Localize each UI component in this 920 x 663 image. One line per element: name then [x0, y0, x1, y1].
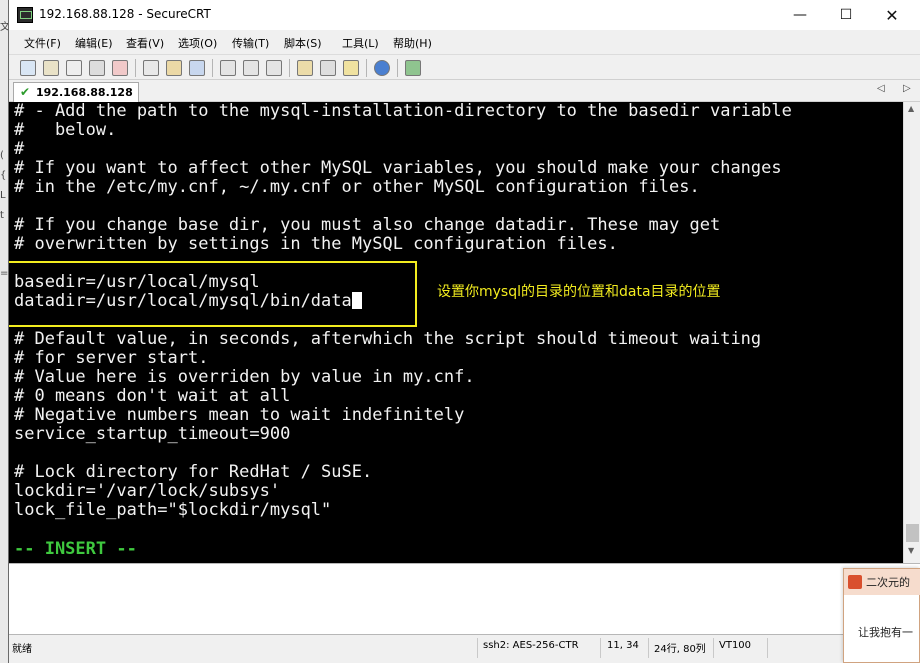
menu-bar: 文件(F) 编辑(E) 查看(V) 选项(O) 传输(T) 脚本(S) 工具(L…: [9, 30, 920, 54]
background-fragment: L: [0, 190, 6, 201]
status-cursor-position: 11, 34: [607, 640, 639, 651]
print-icon[interactable]: [220, 60, 236, 76]
scroll-down-icon[interactable]: ▼: [908, 546, 914, 555]
quick-connect-icon[interactable]: [43, 60, 59, 76]
toolbar-separator: [135, 59, 136, 77]
status-separator: [600, 638, 601, 658]
map-icon[interactable]: [405, 60, 421, 76]
key-icon[interactable]: [343, 60, 359, 76]
copy-icon[interactable]: [143, 60, 159, 76]
print-setup-icon[interactable]: [266, 60, 282, 76]
disconnect-icon[interactable]: [112, 60, 128, 76]
menu-help[interactable]: 帮助(H): [393, 35, 432, 51]
securecrt-window: 192.168.88.128 - SecureCRT — ☐ ✕ 文件(F) 编…: [8, 0, 920, 663]
menu-transfer[interactable]: 传输(T): [232, 35, 269, 51]
status-separator: [767, 638, 768, 658]
global-options-icon[interactable]: [320, 60, 336, 76]
vim-insert-mode-indicator: -- INSERT --: [14, 539, 137, 559]
menu-edit[interactable]: 编辑(E): [75, 35, 113, 51]
maximize-button[interactable]: ☐: [823, 0, 869, 30]
minimize-button[interactable]: —: [777, 0, 823, 30]
notification-popup[interactable]: 二次元的 让我抱有一: [843, 568, 920, 663]
terminal-line: # Negative numbers mean to wait indefini…: [14, 405, 465, 425]
toolbar-separator: [366, 59, 367, 77]
terminal-line: # If you change base dir, you must also …: [14, 215, 721, 235]
terminal-line: # If you want to affect other MySQL vari…: [14, 158, 782, 178]
terminal-line: # Lock directory for RedHat / SuSE.: [14, 462, 373, 482]
print-screen-icon[interactable]: [243, 60, 259, 76]
menu-tools[interactable]: 工具(L): [342, 35, 379, 51]
status-separator: [648, 638, 649, 658]
title-bar[interactable]: 192.168.88.128 - SecureCRT — ☐ ✕: [9, 0, 920, 30]
menu-file[interactable]: 文件(F): [24, 35, 61, 51]
close-button[interactable]: ✕: [869, 0, 915, 30]
connect-tab-icon[interactable]: [66, 60, 82, 76]
menu-view[interactable]: 查看(V): [126, 35, 164, 51]
terminal-line: # Default value, in seconds, afterwhich …: [14, 329, 762, 349]
help-icon[interactable]: [374, 60, 390, 76]
background-fragment: (: [0, 150, 4, 161]
scroll-up-icon[interactable]: ▲: [908, 104, 914, 113]
reconnect-icon[interactable]: [89, 60, 105, 76]
toolbar-separator: [289, 59, 290, 77]
annotation-text: 设置你mysql的目录的位置和data目录的位置: [437, 284, 721, 300]
terminal-line: #: [14, 139, 25, 159]
terminal-line: service_startup_timeout=900: [14, 424, 291, 444]
session-tab-bar: ✔ 192.168.88.128 ◁ ▷: [9, 80, 920, 102]
terminal-screen[interactable]: # - Add the path to the mysql-installati…: [9, 102, 903, 563]
status-separator: [713, 638, 714, 658]
status-separator: [477, 638, 478, 658]
session-tab-label: 192.168.88.128: [36, 86, 133, 99]
terminal-line: lockdir='/var/lock/subsys': [14, 481, 281, 501]
paste-icon[interactable]: [166, 60, 182, 76]
annotation-highlight-box: [9, 261, 417, 327]
session-tab[interactable]: ✔ 192.168.88.128: [13, 82, 139, 102]
toolbar-separator: [397, 59, 398, 77]
terminal-line: # overwritten by settings in the MySQL c…: [14, 234, 618, 254]
window-title: 192.168.88.128 - SecureCRT: [39, 7, 211, 21]
terminal-line: # for server start.: [14, 348, 209, 368]
popup-title: 二次元的: [866, 576, 910, 589]
find-icon[interactable]: [189, 60, 205, 76]
terminal-line: # 0 means don't wait at all: [14, 386, 291, 406]
terminal-line: # below.: [14, 120, 117, 140]
background-fragment: {: [0, 170, 7, 181]
status-terminal-type: VT100: [719, 640, 752, 651]
status-cipher: ssh2: AES-256-CTR: [483, 640, 579, 651]
popup-header: 二次元的: [844, 569, 920, 595]
terminal-line: # in the /etc/my.cnf, ~/.my.cnf or other…: [14, 177, 700, 197]
session-options-icon[interactable]: [297, 60, 313, 76]
connect-icon[interactable]: [20, 60, 36, 76]
background-fragment: t: [0, 210, 4, 221]
status-terminal-size: 24行, 80列: [654, 644, 706, 655]
menu-script[interactable]: 脚本(S): [284, 35, 322, 51]
status-ready: 就绪: [12, 644, 32, 655]
terminal-line: # Value here is overriden by value in my…: [14, 367, 475, 387]
terminal-line: # - Add the path to the mysql-installati…: [14, 102, 792, 121]
terminal-line: lock_file_path="$lockdir/mysql": [14, 500, 332, 520]
popup-text: 让我抱有一: [858, 626, 913, 639]
status-bar: 就绪 ssh2: AES-256-CTR 11, 34 24行, 80列 VT1…: [9, 635, 920, 663]
terminal-scrollbar[interactable]: ▲ ▼: [903, 102, 920, 563]
toolbar-separator: [212, 59, 213, 77]
menu-options[interactable]: 选项(O): [178, 35, 217, 51]
command-window[interactable]: [9, 563, 920, 635]
tab-scroll-right-icon[interactable]: ▷: [903, 83, 911, 94]
connected-check-icon: ✔: [20, 85, 31, 99]
tab-scroll-left-icon[interactable]: ◁: [877, 83, 885, 94]
securecrt-app-icon: [17, 7, 33, 23]
app-notification-icon: [848, 575, 862, 589]
toolbar: [9, 54, 920, 80]
scrollbar-thumb[interactable]: [906, 524, 919, 542]
